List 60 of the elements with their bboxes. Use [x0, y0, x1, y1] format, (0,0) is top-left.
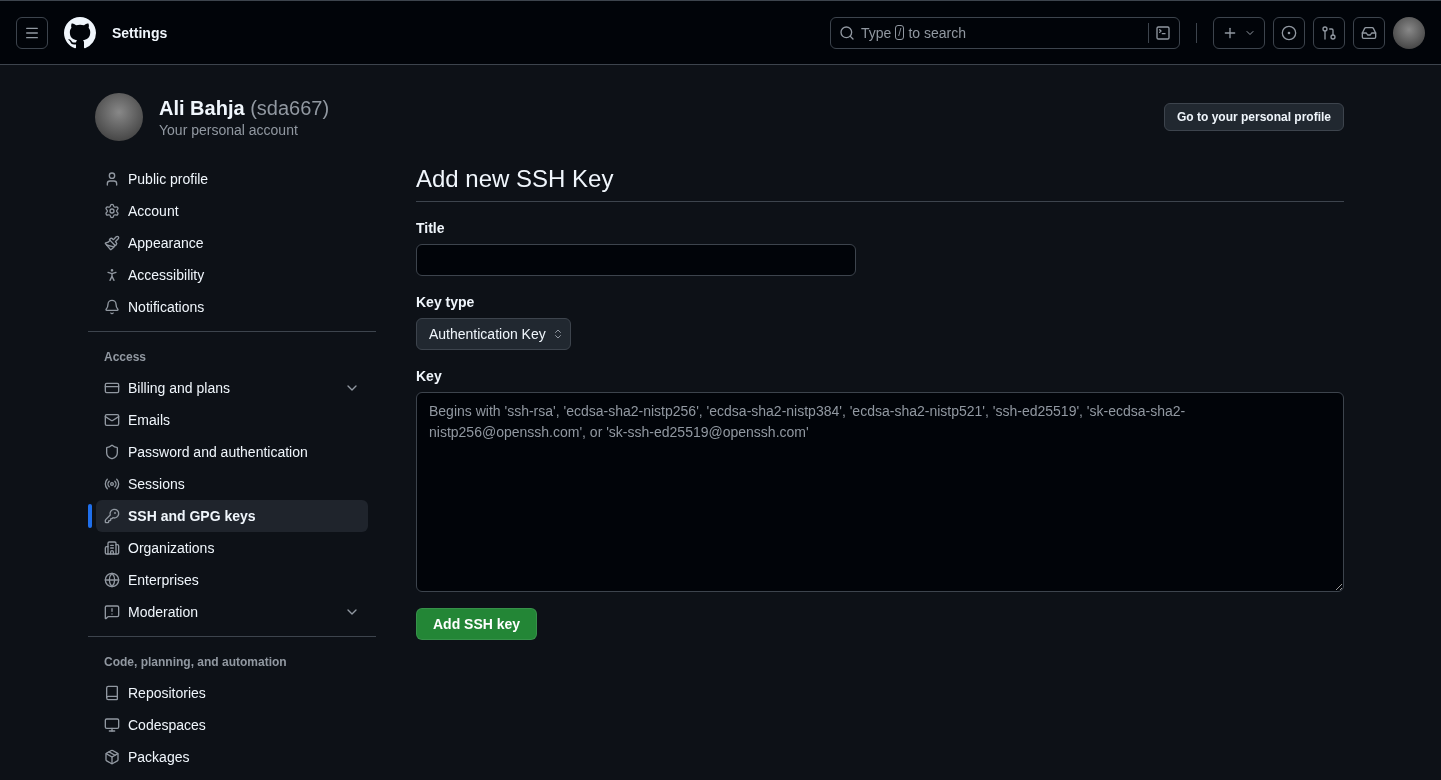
terminal-icon[interactable]	[1155, 24, 1171, 41]
avatar	[95, 93, 143, 141]
sidebar-item[interactable]: Enterprises	[96, 564, 368, 596]
add-key-button[interactable]: Add SSH key	[416, 608, 538, 640]
sidebar-heading: Code, planning, and automation	[103, 654, 288, 671]
envelope-icon	[104, 412, 120, 428]
sidebar-item[interactable]: Appearance	[96, 227, 368, 259]
menu-button[interactable]	[16, 16, 48, 49]
issues-button[interactable]	[1273, 16, 1305, 49]
field-label: Key	[416, 368, 443, 384]
create-button[interactable]	[1213, 16, 1265, 49]
package-icon	[104, 749, 120, 765]
sidebar-item[interactable]: Notifications	[96, 291, 368, 323]
sidebar-item[interactable]: Codespaces	[96, 709, 368, 741]
field-label: Title	[416, 220, 446, 236]
search-field[interactable]: Type / to search	[830, 16, 1180, 49]
sidebar-item[interactable]: Public profile	[96, 163, 368, 195]
sidebar-item[interactable]: Password and authentication	[96, 436, 368, 468]
sidebar-item[interactable]: Packages	[96, 741, 368, 773]
form-heading: Add new SSH Key	[416, 165, 1344, 202]
search-icon	[839, 24, 855, 41]
page-title: Settings	[112, 24, 168, 41]
gear-icon	[104, 203, 120, 219]
globe-icon	[104, 572, 120, 588]
speech-bubble-icon	[104, 604, 120, 620]
shield-icon	[104, 444, 120, 460]
sidebar-item[interactable]: Repositories	[96, 677, 368, 709]
account-subtitle: Your personal account	[159, 121, 299, 138]
circle-dot-icon	[1281, 24, 1297, 41]
book-icon	[104, 685, 120, 701]
selection-indicator	[88, 504, 92, 528]
sidebar-item[interactable]: Emails	[96, 404, 368, 436]
credit-card-icon	[104, 380, 120, 396]
profile-button[interactable]: Go to your personal profile	[1164, 103, 1344, 131]
avatar[interactable]	[1393, 16, 1425, 49]
sidebar-item[interactable]: Billing and plans	[96, 372, 368, 404]
sidebar-item[interactable]: Accessibility	[96, 259, 368, 291]
person-icon	[104, 171, 120, 187]
account-name: Ali Bahja (sda667)	[159, 96, 331, 120]
sidebar-item[interactable]: Account	[96, 195, 368, 227]
pull-requests-button[interactable]	[1313, 16, 1345, 49]
title-input[interactable]	[416, 244, 856, 276]
person-standing-icon	[104, 267, 120, 283]
monitor-icon	[104, 717, 120, 733]
pull-request-icon	[1321, 24, 1337, 41]
key-textarea[interactable]: Begins with 'ssh-rsa', 'ecdsa-sha2-nistp256', 'ecdsa-sha2-nistp384', 'ecdsa-sha2-nistp521', 'ssh-ed25519', 'sk-ecdsa-sha2-nistp256@openssh.com', or 'sk-ssh-ed25519@openssh.com'	[416, 392, 1344, 592]
key-type-select[interactable]: Authentication Key	[416, 318, 571, 350]
logo-icon[interactable]	[64, 16, 96, 49]
sidebar-item[interactable]: Moderation	[96, 596, 368, 628]
sidebar-item[interactable]: Organizations	[96, 532, 368, 564]
inbox-icon	[1361, 24, 1377, 41]
sidebar-heading: Access	[103, 349, 148, 366]
signal-icon	[104, 476, 120, 492]
building-icon	[104, 540, 120, 556]
inbox-button[interactable]	[1353, 16, 1385, 49]
paintbrush-icon	[104, 235, 120, 251]
bell-icon	[104, 299, 120, 315]
field-label: Key type	[416, 294, 476, 310]
key-icon	[104, 508, 120, 524]
sidebar-item[interactable]: Sessions	[96, 468, 368, 500]
